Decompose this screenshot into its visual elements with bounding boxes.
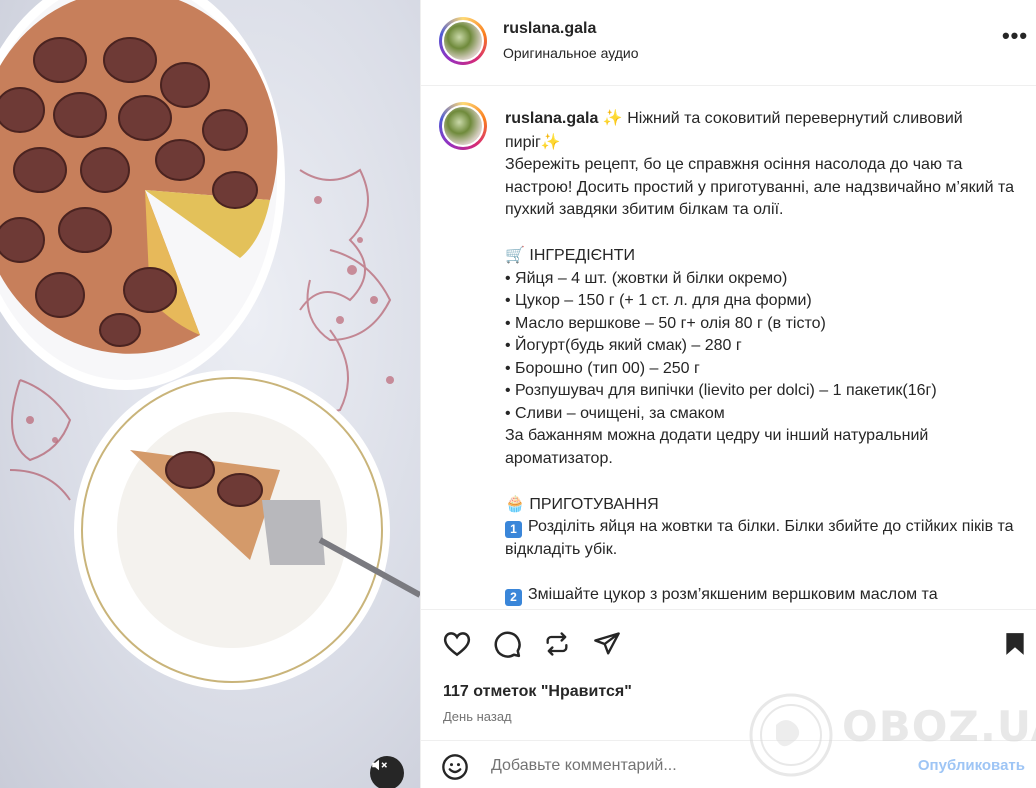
author-username[interactable]: ruslana.gala [503,20,596,38]
comment-input[interactable] [491,755,891,777]
step-number-badge: 2 [505,588,522,606]
send-icon [594,632,620,655]
ingredient-item: • Розпушувач для випічки (lievito per do… [505,382,937,399]
smiley-icon [442,754,468,780]
caption-author-avatar[interactable] [439,102,487,150]
ingredient-item: • Яйця – 4 шт. (жовтки й білки окремо) [505,269,788,287]
shopping-cart-emoji: 🛒 [505,245,525,264]
step-text: Змішайте цукор з розм’якшеним вершковим … [505,585,938,610]
sparkles-emoji-end: ✨ [540,131,561,151]
like-button[interactable] [441,628,473,660]
sparkles-emoji: ✨ [602,108,623,127]
comment-button[interactable] [491,628,523,660]
post-actions: 117 отметок "Нравится" День назад [421,609,1036,740]
post-header: ruslana.gala Оригинальное аудио ••• [421,0,1036,86]
caption-intro: Збережіть рецепт, бо це справжня осіння … [505,156,1014,218]
ingredient-item: • Сливи – очищені, за смаком [505,404,725,422]
heart-icon [443,632,471,657]
post-timestamp: День назад [443,709,512,724]
more-options-icon[interactable]: ••• [1001,25,1029,52]
method-heading: ПРИГОТУВАННЯ [529,495,659,513]
repost-icon [546,632,568,656]
caption-username[interactable]: ruslana.gala [505,110,598,127]
plum-cake-photo [0,0,420,690]
ingredient-item: • Цукор – 150 г (+ 1 ст. л. для дна форм… [505,292,812,309]
comment-icon [494,631,521,658]
publish-button[interactable]: Опубликовать [918,757,1025,774]
bookmark-icon [1006,633,1024,655]
comment-bar: Опубликовать [421,740,1036,788]
mute-button[interactable] [370,756,404,788]
step-text: Розділіть яйця на жовтки та білки. Білки… [505,518,1014,558]
caption-text: ruslana.gala ✨ Ніжний та соковитий перев… [505,107,1015,609]
post-details-panel: ruslana.gala Оригинальное аудио ••• rusl… [420,0,1036,788]
speaker-muted-icon [372,759,388,771]
post-photo[interactable] [0,0,420,788]
emoji-picker-button[interactable] [441,753,469,786]
ingredient-item: • Йогурт(будь який смак) – 280 г [505,337,742,354]
repost-button[interactable] [541,628,573,660]
audio-link[interactable]: Оригинальное аудио [503,45,639,61]
ingredient-item: • Масло вершкове – 50 г+ олія 80 г (в ті… [505,314,826,332]
send-button[interactable] [591,628,623,660]
ingredient-item: • Борошно (тип 00) – 250 г [505,359,700,377]
ingredients-heading: ІНГРЕДІЄНТИ [529,247,635,264]
step-number-badge: 1 [505,521,522,538]
author-avatar[interactable] [439,17,487,65]
likes-count[interactable]: 117 отметок "Нравится" [443,683,632,701]
ingredients-note: За бажанням можна додати цедру чи інший … [505,427,929,467]
caption-scroll-area[interactable]: ruslana.gala ✨ Ніжний та соковитий перев… [421,87,1036,609]
save-button[interactable] [999,628,1031,660]
cupcake-emoji: 🧁 [505,493,525,513]
